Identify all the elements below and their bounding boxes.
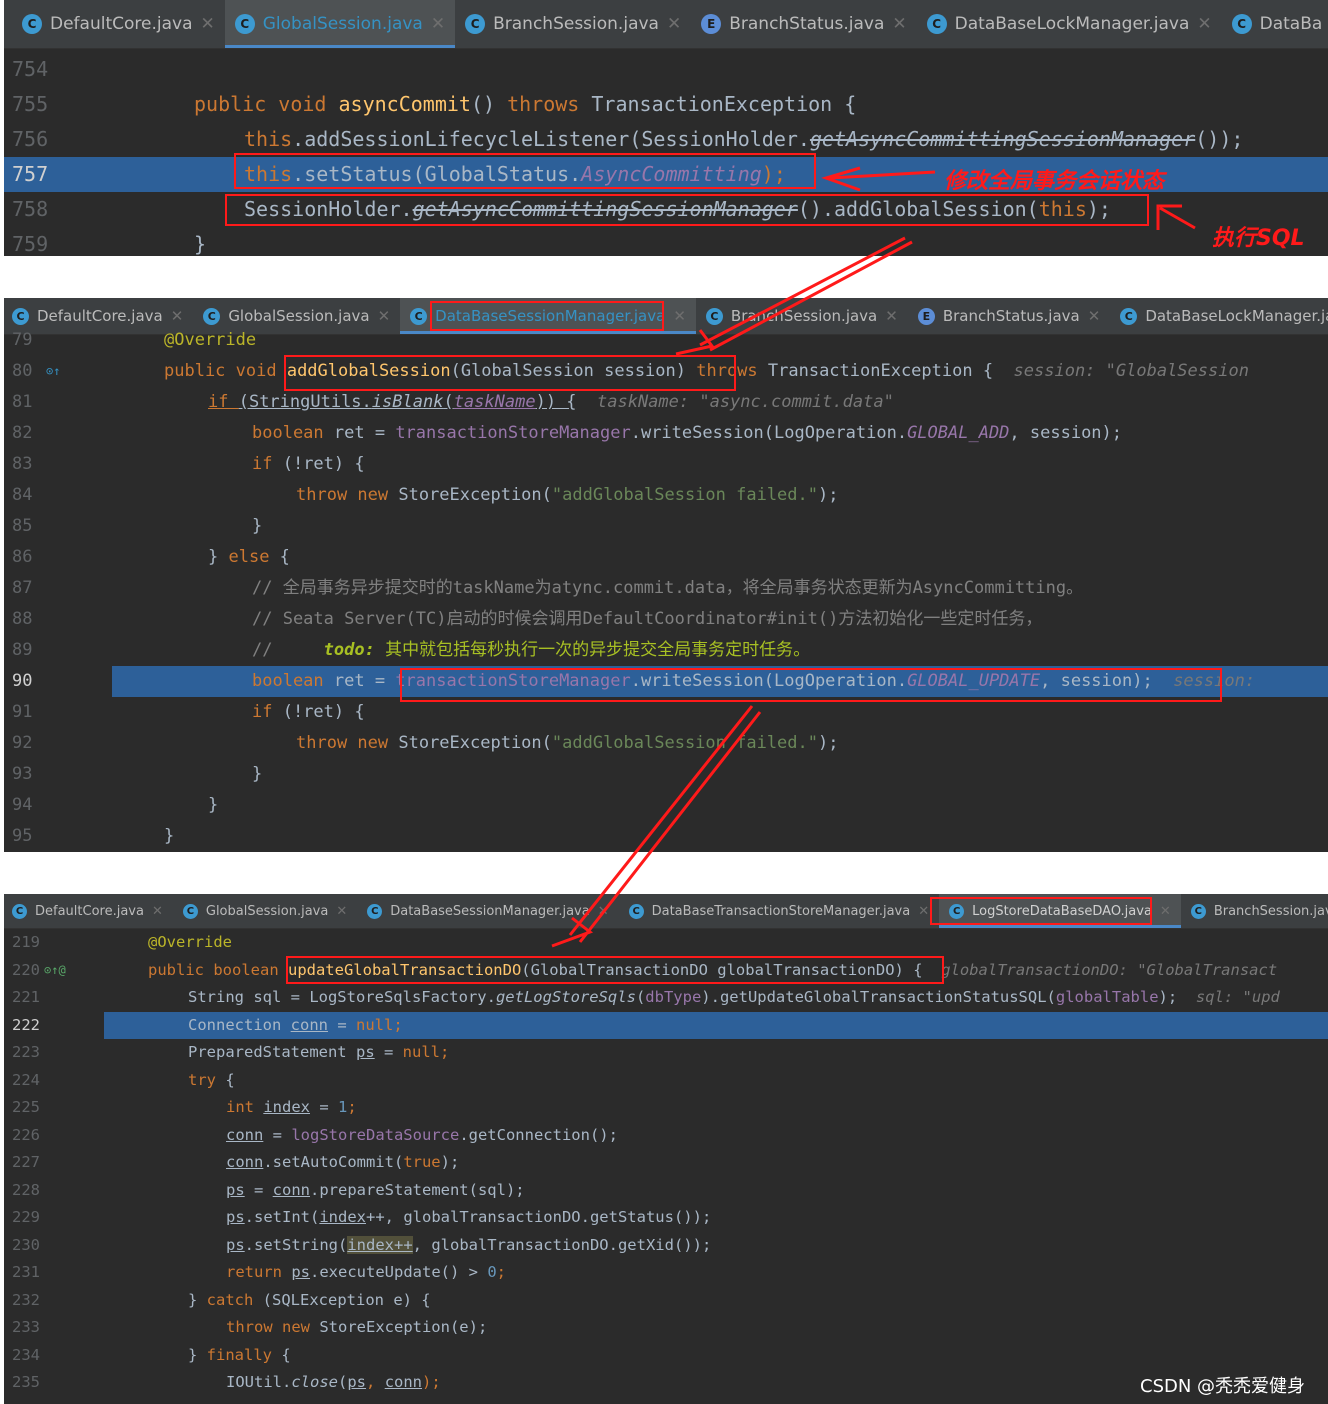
- flow-arrows: [551, 166, 1196, 948]
- arrow-panel1-to-panel2: [675, 236, 913, 356]
- arrow-to-status-annotation: [821, 166, 936, 192]
- arrow-to-sql-annotation: [1156, 204, 1196, 230]
- arrow-panel2-to-panel3: [551, 705, 762, 948]
